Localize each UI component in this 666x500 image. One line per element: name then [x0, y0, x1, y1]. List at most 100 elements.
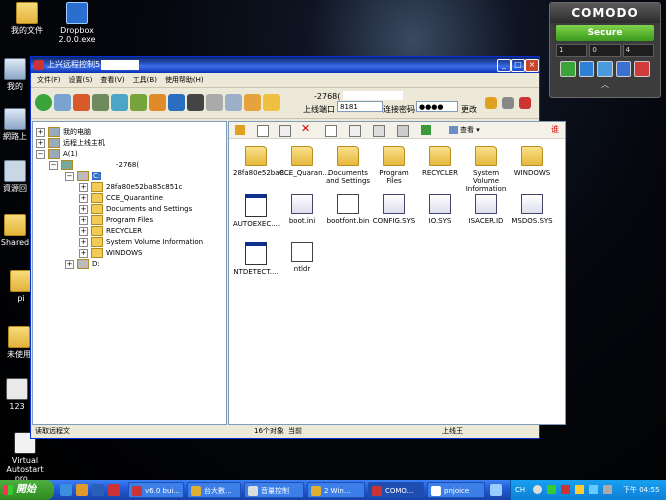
- language-indicator[interactable]: CH: [515, 480, 525, 500]
- expand-icon[interactable]: +: [79, 248, 88, 258]
- tree-node-folder[interactable]: + WINDOWS: [79, 248, 143, 258]
- close-icon[interactable]: ×: [525, 59, 539, 72]
- expand-icon[interactable]: +: [65, 259, 74, 269]
- file-item[interactable]: IO.SYS: [417, 194, 463, 225]
- file-item[interactable]: ntldr: [279, 242, 325, 273]
- clock[interactable]: 下午 04:55: [623, 480, 659, 500]
- tree-node-folder[interactable]: + Program Files: [79, 215, 153, 225]
- quicklaunch-ie-icon[interactable]: [60, 484, 72, 496]
- tree-node-host[interactable]: − -2768(: [49, 160, 139, 170]
- collapse-icon[interactable]: −: [65, 171, 74, 181]
- file-item[interactable]: Program Files: [371, 146, 417, 185]
- key-icon[interactable]: [485, 97, 497, 109]
- taskbar-button-pnjoice[interactable]: pnjoice: [427, 482, 485, 498]
- network-icon[interactable]: [547, 485, 556, 494]
- tree-node-group-a[interactable]: − A(1): [36, 149, 78, 159]
- file-item[interactable]: boot.ini: [279, 194, 325, 225]
- tree-node-drive-d[interactable]: + D:: [65, 259, 100, 269]
- monitor-icon[interactable]: [597, 61, 613, 77]
- tree-node-drive-c[interactable]: − C:: [65, 171, 102, 181]
- desktop-icon-my-documents[interactable]: 我的文件: [0, 2, 54, 35]
- tree-node-my-computer[interactable]: + 我的电脑: [36, 127, 91, 137]
- display-icon[interactable]: [603, 485, 612, 494]
- firewall-icon[interactable]: [560, 61, 576, 77]
- tray-app-icon[interactable]: [575, 485, 584, 494]
- taskbar-button-windows[interactable]: 2 Win...: [307, 482, 365, 498]
- cube-icon[interactable]: [130, 94, 147, 111]
- delete-icon[interactable]: ✕: [301, 123, 310, 135]
- expand-icon[interactable]: +: [36, 127, 45, 137]
- file-item[interactable]: bootfont.bin: [325, 194, 371, 225]
- quicklaunch-app-icon[interactable]: [108, 484, 120, 496]
- view-dropdown[interactable]: 查看 ▾: [449, 125, 489, 135]
- tree-node-folder[interactable]: + Documents and Settings: [79, 204, 192, 214]
- exit-icon[interactable]: [519, 97, 531, 109]
- start-button[interactable]: 開始: [0, 480, 54, 500]
- expand-icon[interactable]: +: [79, 204, 88, 214]
- menu-view[interactable]: 查看(V): [100, 73, 124, 87]
- expand-icon[interactable]: +: [36, 138, 45, 148]
- edit-icon[interactable]: [325, 125, 337, 137]
- file-item[interactable]: 28fa80e52ba8...: [233, 146, 291, 177]
- change-button[interactable]: 更改: [461, 104, 477, 115]
- upload-icon[interactable]: [349, 125, 361, 137]
- camera-icon[interactable]: [111, 94, 128, 111]
- password-input[interactable]: [416, 101, 458, 112]
- window-titlebar[interactable]: 上兴远程控制5.1 _ □ ×: [31, 57, 539, 73]
- screen-icon[interactable]: [54, 94, 71, 111]
- expand-icon[interactable]: +: [79, 226, 88, 236]
- shield-icon[interactable]: [615, 61, 632, 77]
- desktop-icon[interactable]: [92, 94, 109, 111]
- process-icon[interactable]: [168, 94, 185, 111]
- connect-icon[interactable]: [35, 94, 52, 111]
- tree-node-folder[interactable]: + CCE_Quarantine: [79, 193, 163, 203]
- minimize-icon[interactable]: _: [497, 59, 511, 72]
- comodo-status-button[interactable]: Secure: [556, 25, 654, 41]
- collapse-icon[interactable]: −: [49, 160, 58, 170]
- expand-icon[interactable]: +: [79, 237, 88, 247]
- menu-file[interactable]: 文件(F): [37, 73, 61, 87]
- taskbar-button-v6[interactable]: v6.0 bui...: [128, 482, 184, 498]
- menu-tools[interactable]: 工具(B): [133, 73, 157, 87]
- comodo-widget[interactable]: COMODO Secure 1 0 4 ︿: [549, 2, 661, 98]
- quicklaunch-desktop-icon[interactable]: [92, 484, 104, 496]
- service-icon[interactable]: [244, 94, 261, 111]
- port-input[interactable]: [337, 101, 383, 112]
- terminal-icon[interactable]: [187, 94, 204, 111]
- file-item[interactable]: ISACER.ID: [463, 194, 509, 225]
- file-item[interactable]: MSDOS.SYS: [509, 194, 555, 225]
- expand-icon[interactable]: +: [79, 215, 88, 225]
- stop-icon[interactable]: [634, 61, 650, 77]
- quicklaunch-media-icon[interactable]: [76, 484, 88, 496]
- window-icon[interactable]: [206, 94, 223, 111]
- file-item[interactable]: NTDETECT....: [233, 242, 279, 276]
- copy-icon[interactable]: [257, 125, 269, 137]
- expand-icon[interactable]: +: [79, 193, 88, 203]
- tree-node-folder[interactable]: +28fa80e52ba85c851c: [79, 182, 182, 192]
- tree-node-folder[interactable]: + RECYCLER: [79, 226, 142, 236]
- file-item[interactable]: Documents and Settings: [325, 146, 371, 185]
- taskbar-button-comodo[interactable]: COMO...: [368, 482, 424, 498]
- up-folder-icon[interactable]: [235, 125, 245, 135]
- menu-help[interactable]: 使用帮助(H): [165, 73, 204, 87]
- wrench-icon[interactable]: [502, 97, 514, 109]
- registry-icon[interactable]: [225, 94, 242, 111]
- download-icon[interactable]: [373, 125, 385, 137]
- tree-node-folder[interactable]: + System Volume Information: [79, 237, 203, 247]
- run-icon[interactable]: [397, 125, 409, 137]
- file-item[interactable]: CCE_Quaran...: [279, 146, 329, 177]
- settings-icon[interactable]: [263, 94, 280, 111]
- stats-icon[interactable]: [578, 61, 595, 77]
- desktop-icon-virtual-autostart[interactable]: Virtual Autostart pro...: [0, 432, 52, 483]
- file-item[interactable]: CONFIG.SYS: [371, 194, 417, 225]
- file-item[interactable]: AUTOEXEC....: [233, 194, 280, 228]
- collapse-icon[interactable]: −: [36, 149, 45, 159]
- taskbar-button-volume[interactable]: 音量控制: [244, 482, 304, 498]
- gear-icon[interactable]: [149, 94, 166, 111]
- expand-icon[interactable]: +: [79, 182, 88, 192]
- tree-node-remote-hosts[interactable]: + 远程上线主机: [36, 138, 105, 148]
- file-item[interactable]: WINDOWS: [509, 146, 555, 177]
- paste-icon[interactable]: [279, 125, 291, 137]
- file-item[interactable]: System Volume Information: [463, 146, 509, 193]
- menu-settings[interactable]: 设置(S): [69, 73, 93, 87]
